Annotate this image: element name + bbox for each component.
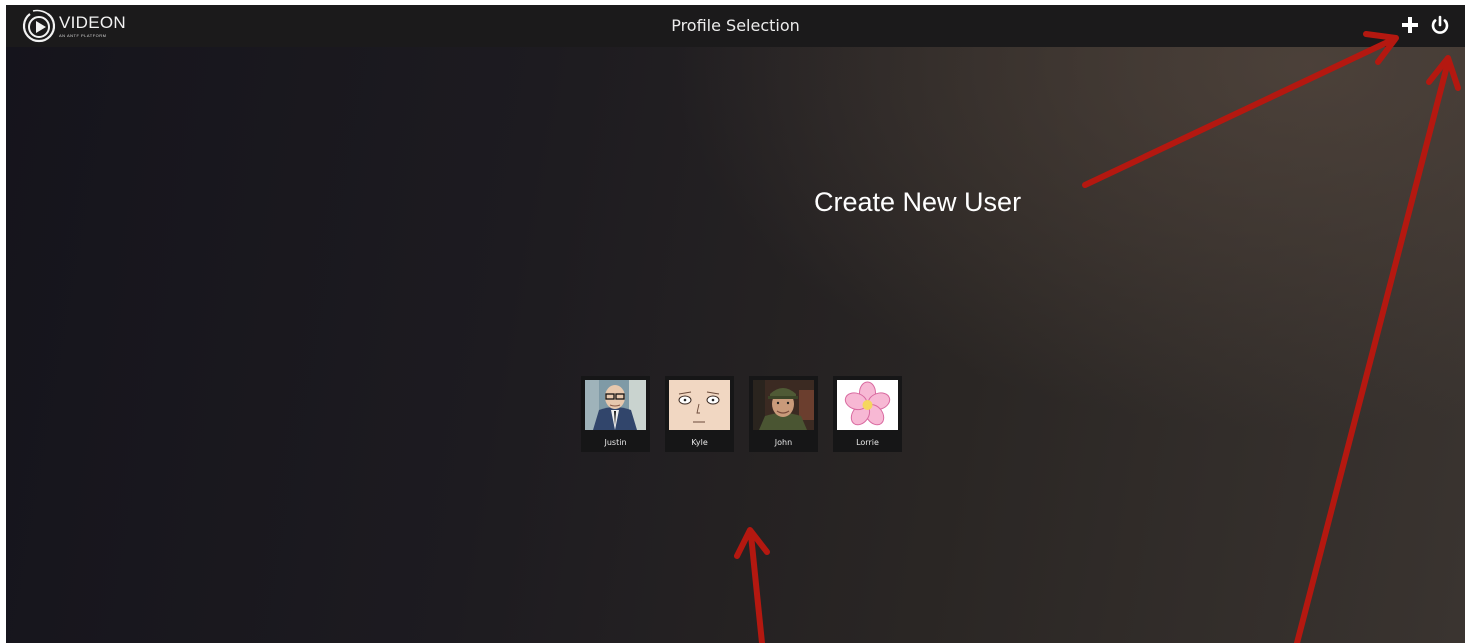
profile-tile-john[interactable]: John — [749, 376, 818, 452]
top-bar: VIDEON AN ANTF PLATFORM Profile Selectio… — [6, 5, 1465, 47]
power-button[interactable] — [1429, 13, 1451, 37]
avatar-lorrie — [837, 380, 898, 430]
app-window: VIDEON AN ANTF PLATFORM Profile Selectio… — [6, 5, 1465, 643]
page-title: Profile Selection — [671, 16, 800, 35]
avatar-justin — [585, 380, 646, 430]
create-new-user-annotation: Create New User — [814, 187, 1022, 217]
profile-tile-lorrie[interactable]: Lorrie — [833, 376, 902, 452]
profile-tile-kyle[interactable]: Kyle — [665, 376, 734, 452]
profile-name: Kyle — [691, 438, 708, 447]
add-user-button[interactable] — [1399, 13, 1421, 37]
profile-tile-justin[interactable]: Justin — [581, 376, 650, 452]
avatar-kyle — [669, 380, 730, 430]
avatar-john — [753, 380, 814, 430]
plus-icon — [1402, 17, 1418, 33]
profile-name: Justin — [604, 438, 627, 447]
power-icon — [1431, 15, 1449, 34]
profile-name: Lorrie — [856, 438, 879, 447]
profile-name: John — [774, 438, 793, 447]
profile-list: Justin Kyle John Lorrie — [581, 376, 902, 452]
